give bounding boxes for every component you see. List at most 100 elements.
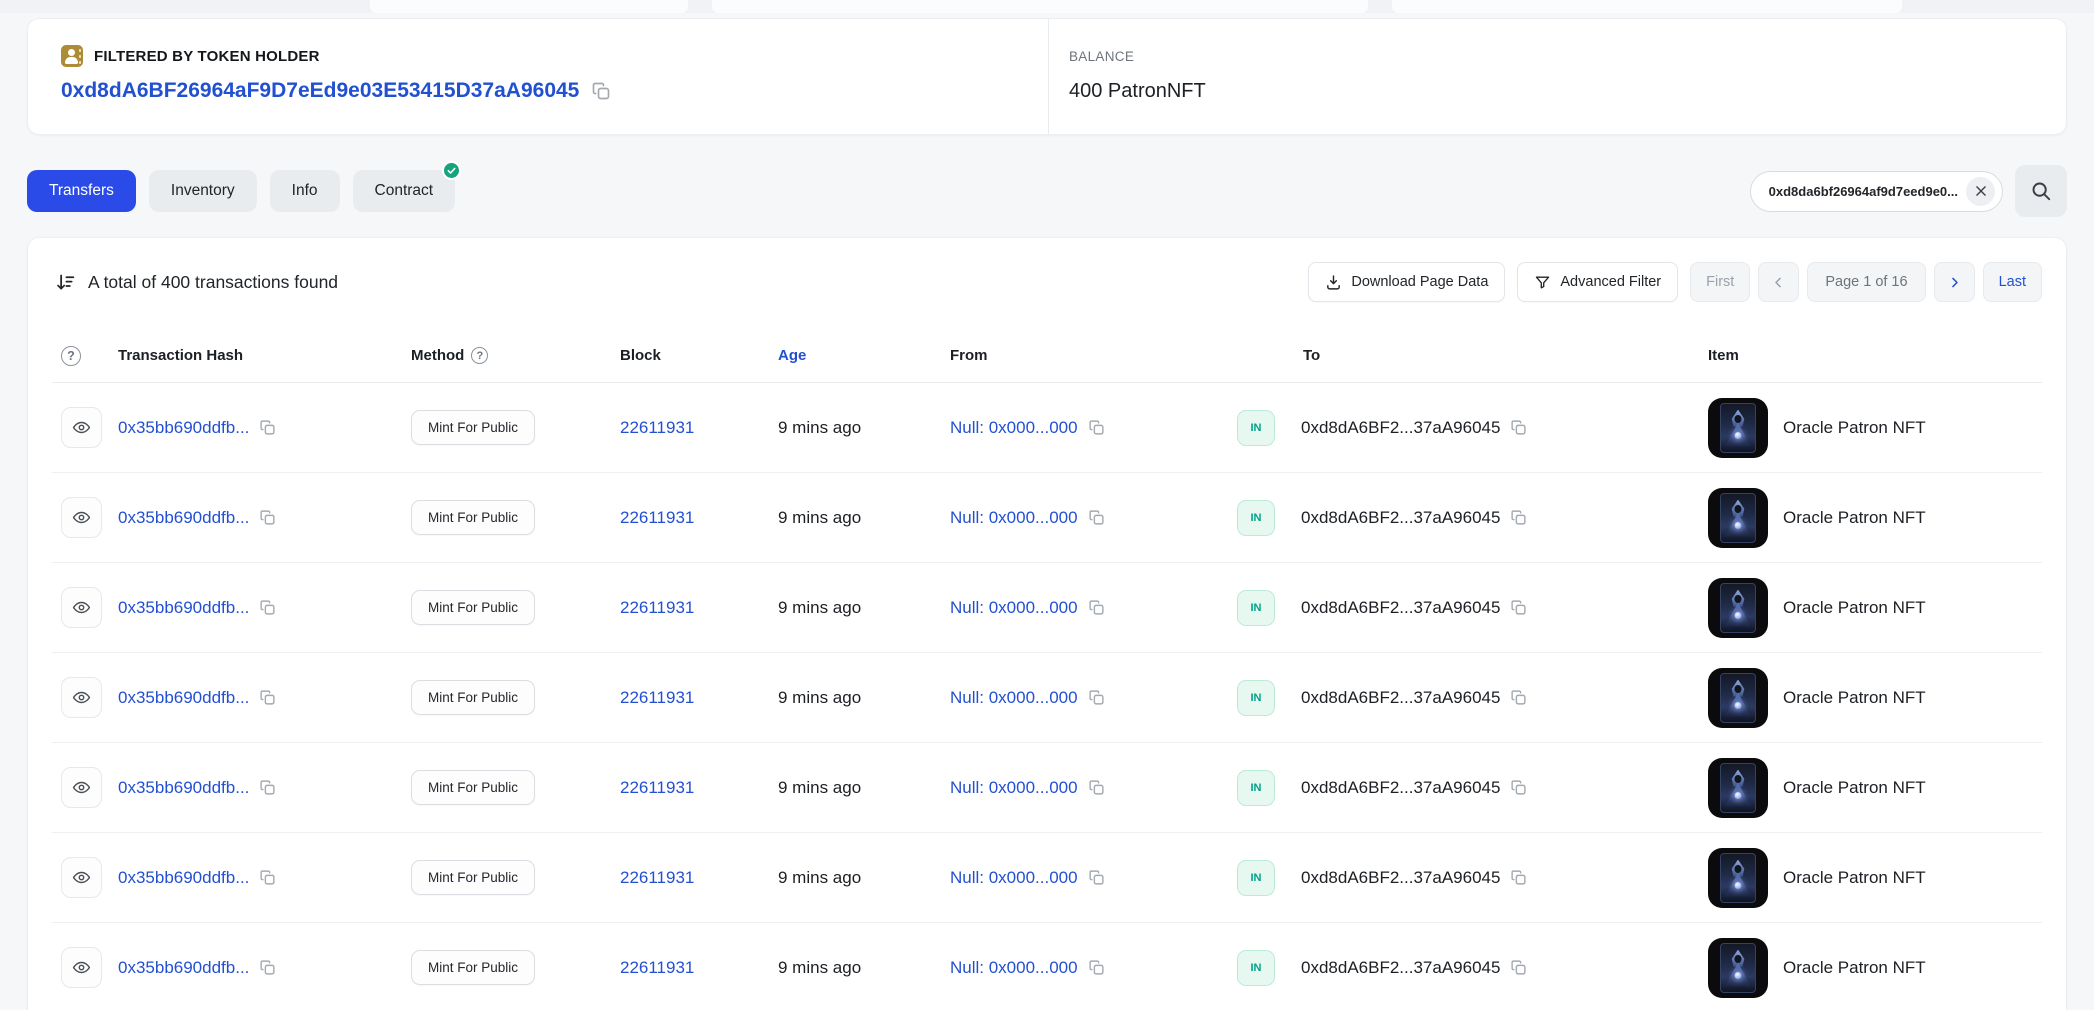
pagination: First Page 1 of 16 Last	[1690, 262, 2042, 302]
transaction-hash-link[interactable]: 0x35bb690ddfb...	[118, 958, 249, 978]
copy-hash-button[interactable]	[259, 689, 276, 706]
next-page-button[interactable]	[1934, 262, 1975, 302]
age-text: 9 mins ago	[778, 508, 950, 528]
item-name-text: Oracle Patron NFT	[1783, 778, 1926, 798]
method-badge: Mint For Public	[411, 680, 535, 715]
preview-transaction-button[interactable]	[61, 857, 102, 898]
holder-address-link[interactable]: 0xd8dA6BF26964aF9D7eEd9e03E53415D37aA960…	[61, 79, 579, 103]
method-badge: Mint For Public	[411, 590, 535, 625]
table-row: 0x35bb690ddfb... Mint For Public 2261193…	[52, 563, 2042, 653]
method-badge: Mint For Public	[411, 860, 535, 895]
age-text: 9 mins ago	[778, 688, 950, 708]
copy-from-button[interactable]	[1088, 689, 1105, 706]
preview-transaction-button[interactable]	[61, 767, 102, 808]
chevron-right-icon	[1947, 275, 1962, 290]
direction-in-badge: IN	[1237, 860, 1275, 896]
tab-transfers[interactable]: Transfers	[27, 170, 136, 212]
method-help-icon[interactable]: ?	[471, 347, 488, 364]
copy-icon	[259, 689, 276, 706]
transfers-panel: A total of 400 transactions found Downlo…	[27, 237, 2067, 1010]
copy-hash-button[interactable]	[259, 779, 276, 796]
col-method: Method	[411, 347, 464, 364]
download-page-data-button[interactable]: Download Page Data	[1308, 262, 1505, 302]
copy-from-button[interactable]	[1088, 509, 1105, 526]
sort-descending-icon	[55, 272, 76, 293]
advanced-filter-button[interactable]: Advanced Filter	[1517, 262, 1678, 302]
copy-to-button[interactable]	[1510, 419, 1527, 436]
block-link[interactable]: 22611931	[620, 778, 694, 797]
copy-hash-button[interactable]	[259, 509, 276, 526]
preview-transaction-button[interactable]	[61, 497, 102, 538]
preview-transaction-button[interactable]	[61, 677, 102, 718]
download-icon	[1325, 274, 1342, 291]
transactions-total-text: A total of 400 transactions found	[88, 272, 338, 293]
advanced-filter-label: Advanced Filter	[1560, 274, 1661, 290]
transaction-hash-link[interactable]: 0x35bb690ddfb...	[118, 868, 249, 888]
from-address-link[interactable]: Null: 0x000...000	[950, 868, 1078, 888]
copy-icon	[259, 959, 276, 976]
table-row: 0x35bb690ddfb... Mint For Public 2261193…	[52, 833, 2042, 923]
copy-hash-button[interactable]	[259, 599, 276, 616]
table-row: 0x35bb690ddfb... Mint For Public 2261193…	[52, 383, 2042, 473]
transaction-hash-link[interactable]: 0x35bb690ddfb...	[118, 418, 249, 438]
tab-contract[interactable]: Contract	[353, 170, 456, 212]
preview-transaction-button[interactable]	[61, 587, 102, 628]
from-address-link[interactable]: Null: 0x000...000	[950, 508, 1078, 528]
block-link[interactable]: 22611931	[620, 868, 694, 887]
copy-icon	[1510, 689, 1527, 706]
copy-to-button[interactable]	[1510, 509, 1527, 526]
nft-card-art	[1720, 853, 1756, 903]
item-name-text: Oracle Patron NFT	[1783, 418, 1926, 438]
age-text: 9 mins ago	[778, 418, 950, 438]
copy-hash-button[interactable]	[259, 869, 276, 886]
copy-from-button[interactable]	[1088, 599, 1105, 616]
copy-to-button[interactable]	[1510, 689, 1527, 706]
balance-section: BALANCE 400 PatronNFT	[1048, 19, 2066, 134]
col-transaction-hash: Transaction Hash	[118, 347, 411, 364]
tab-info[interactable]: Info	[270, 170, 340, 212]
copy-to-button[interactable]	[1510, 959, 1527, 976]
copy-hash-button[interactable]	[259, 959, 276, 976]
tab-inventory[interactable]: Inventory	[149, 170, 257, 212]
copy-from-button[interactable]	[1088, 419, 1105, 436]
col-block: Block	[620, 347, 778, 364]
transaction-hash-link[interactable]: 0x35bb690ddfb...	[118, 778, 249, 798]
copy-holder-address-button[interactable]	[591, 81, 611, 101]
from-address-link[interactable]: Null: 0x000...000	[950, 598, 1078, 618]
copy-to-button[interactable]	[1510, 869, 1527, 886]
row-help-icon[interactable]: ?	[61, 346, 81, 366]
block-link[interactable]: 22611931	[620, 958, 694, 977]
preview-transaction-button[interactable]	[61, 407, 102, 448]
preview-transaction-button[interactable]	[61, 947, 102, 988]
copy-from-button[interactable]	[1088, 779, 1105, 796]
block-link[interactable]: 22611931	[620, 508, 694, 527]
from-address-link[interactable]: Null: 0x000...000	[950, 688, 1078, 708]
search-button[interactable]	[2015, 165, 2067, 217]
col-item: Item	[1708, 347, 2042, 364]
direction-in-badge: IN	[1237, 500, 1275, 536]
copy-from-button[interactable]	[1088, 959, 1105, 976]
clear-filter-button[interactable]	[1966, 177, 1995, 206]
age-text: 9 mins ago	[778, 868, 950, 888]
block-link[interactable]: 22611931	[620, 418, 694, 437]
transaction-hash-link[interactable]: 0x35bb690ddfb...	[118, 598, 249, 618]
from-address-link[interactable]: Null: 0x000...000	[950, 958, 1078, 978]
from-address-link[interactable]: Null: 0x000...000	[950, 418, 1078, 438]
block-link[interactable]: 22611931	[620, 598, 694, 617]
copy-to-button[interactable]	[1510, 599, 1527, 616]
close-icon	[1974, 184, 1988, 198]
transaction-hash-link[interactable]: 0x35bb690ddfb...	[118, 508, 249, 528]
chevron-left-icon	[1771, 275, 1786, 290]
from-address-link[interactable]: Null: 0x000...000	[950, 778, 1078, 798]
table-header-row: ? Transaction Hash Method ? Block Age Fr…	[52, 329, 2042, 383]
to-address-text: 0xd8dA6BF2...37aA96045	[1301, 868, 1500, 888]
copy-hash-button[interactable]	[259, 419, 276, 436]
table-body: 0x35bb690ddfb... Mint For Public 2261193…	[52, 383, 2042, 1010]
transaction-hash-link[interactable]: 0x35bb690ddfb...	[118, 688, 249, 708]
last-page-button[interactable]: Last	[1983, 262, 2042, 302]
copy-from-button[interactable]	[1088, 869, 1105, 886]
copy-to-button[interactable]	[1510, 779, 1527, 796]
col-age-toggle[interactable]: Age	[778, 347, 950, 364]
filtered-by-section: FILTERED BY TOKEN HOLDER 0xd8dA6BF26964a…	[28, 19, 1048, 134]
block-link[interactable]: 22611931	[620, 688, 694, 707]
